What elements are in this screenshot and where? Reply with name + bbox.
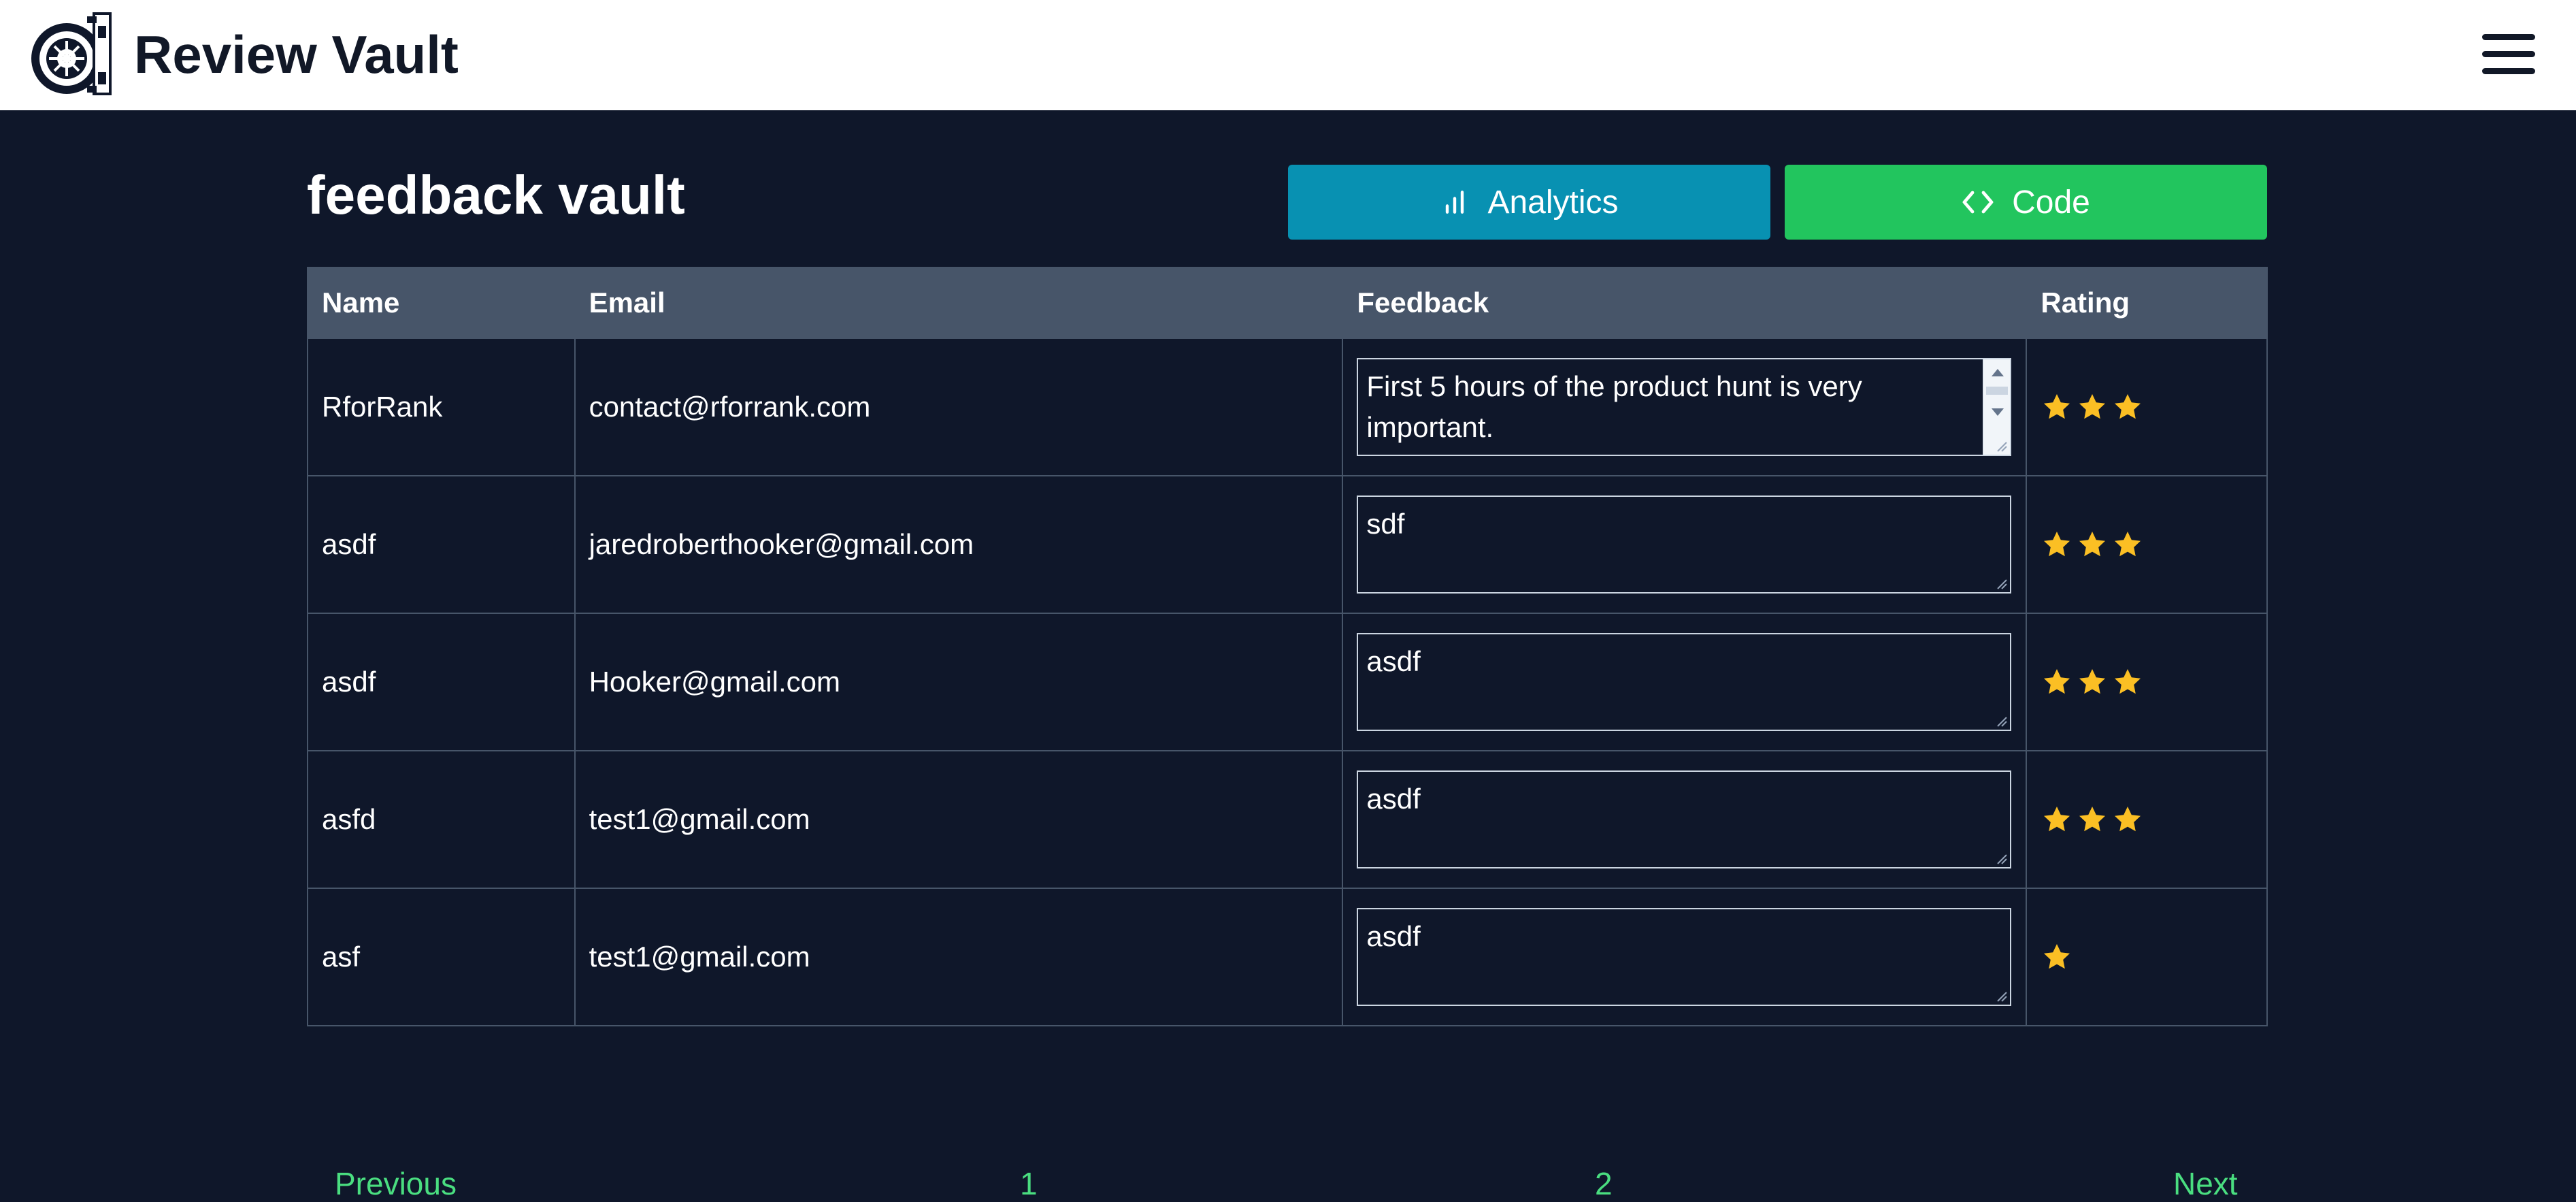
feedback-text: First 5 hours of the product hunt is ver… [1366,370,1862,443]
feedback-textarea[interactable]: First 5 hours of the product hunt is ver… [1357,358,2012,456]
star-icon [2115,669,2141,694]
code-brackets-icon [1962,191,1994,214]
scroll-thumb[interactable] [1986,387,2009,395]
cell-rating [2026,475,2268,614]
pagination-page-1[interactable]: 1 [1020,1165,1038,1202]
cell-feedback: First 5 hours of the product hunt is ver… [1342,338,2028,476]
cell-rating [2026,888,2268,1026]
vault-logo-icon[interactable] [29,11,114,97]
brand-name[interactable]: Review Vault [134,23,459,86]
column-header-rating: Rating [2026,267,2268,339]
star-icon [2115,394,2141,419]
resize-grip-icon[interactable] [1995,577,2008,589]
table-row: RforRank contact@rforrank.com First 5 hour… [307,338,2268,476]
feedback-text: sdf [1366,508,1405,540]
feedback-text: asdf [1366,783,1421,815]
page-title: feedback vault [307,165,685,225]
hamburger-menu-icon[interactable] [2482,31,2535,76]
star-rating [2041,803,2266,836]
resize-grip-icon[interactable] [1995,440,2008,452]
feedback-text: asdf [1366,645,1421,677]
cell-email: test1@gmail.com [574,888,1344,1026]
column-header-feedback: Feedback [1342,267,2028,339]
analytics-button-label: Analytics [1487,184,1619,221]
cell-email: jaredroberthooker@gmail.com [574,475,1344,614]
cell-rating [2026,338,2268,476]
star-icon [2115,807,2141,832]
feedback-textarea[interactable]: asdf [1357,633,2012,731]
cell-name: asdf [307,475,576,614]
analytics-button[interactable]: Analytics [1288,165,1770,240]
pagination-previous[interactable]: Previous [335,1165,457,1202]
star-icon [2044,944,2070,969]
star-icon [2079,669,2106,694]
cell-name: asfd [307,750,576,889]
pagination-page-2[interactable]: 2 [1595,1165,1613,1202]
star-icon [2044,669,2070,694]
star-rating [2041,666,2266,698]
column-header-email: Email [574,267,1344,339]
pagination-next[interactable]: Next [2173,1165,2238,1202]
cell-name: asf [307,888,576,1026]
star-icon [2079,807,2106,832]
code-button[interactable]: Code [1785,165,2267,240]
table-row: asfd test1@gmail.com asdf [307,750,2268,889]
star-rating [2041,528,2266,561]
feedback-table: Name Email Feedback Rating RforRank conta… [307,267,2268,1026]
column-header-name: Name [307,267,576,339]
cell-feedback: sdf [1342,475,2028,614]
cell-feedback: asdf [1342,613,2028,751]
cell-rating [2026,750,2268,889]
star-rating [2041,391,2266,423]
bar-chart-icon [1446,191,1464,214]
scroll-up-icon[interactable] [1992,369,2004,376]
feedback-text: asdf [1366,920,1421,952]
star-icon [2079,532,2106,557]
table-row: asf test1@gmail.com asdf [307,888,2268,1026]
cell-email: test1@gmail.com [574,750,1344,889]
cell-rating [2026,613,2268,751]
feedback-textarea[interactable]: sdf [1357,496,2012,594]
star-icon [2044,394,2070,419]
cell-name: asdf [307,613,576,751]
resize-grip-icon[interactable] [1995,990,2008,1002]
cell-feedback: asdf [1342,888,2028,1026]
scroll-down-icon[interactable] [1992,408,2004,416]
star-icon [2044,532,2070,557]
resize-grip-icon[interactable] [1995,852,2008,864]
table-row: asdf jaredroberthooker@gmail.com sdf [307,475,2268,614]
cell-email: contact@rforrank.com [574,338,1344,476]
top-navbar: Review Vault [0,0,2576,110]
feedback-textarea[interactable]: asdf [1357,908,2012,1006]
cell-name: RforRank [307,338,576,476]
resize-grip-icon[interactable] [1995,715,2008,727]
code-button-label: Code [2012,184,2090,221]
table-header-row: Name Email Feedback Rating [307,267,2268,339]
cell-email: Hooker@gmail.com [574,613,1344,751]
star-icon [2079,394,2106,419]
star-rating [2041,941,2266,973]
table-row: asdf Hooker@gmail.com asdf [307,613,2268,751]
cell-feedback: asdf [1342,750,2028,889]
star-icon [2115,532,2141,557]
star-icon [2044,807,2070,832]
feedback-textarea[interactable]: asdf [1357,770,2012,868]
